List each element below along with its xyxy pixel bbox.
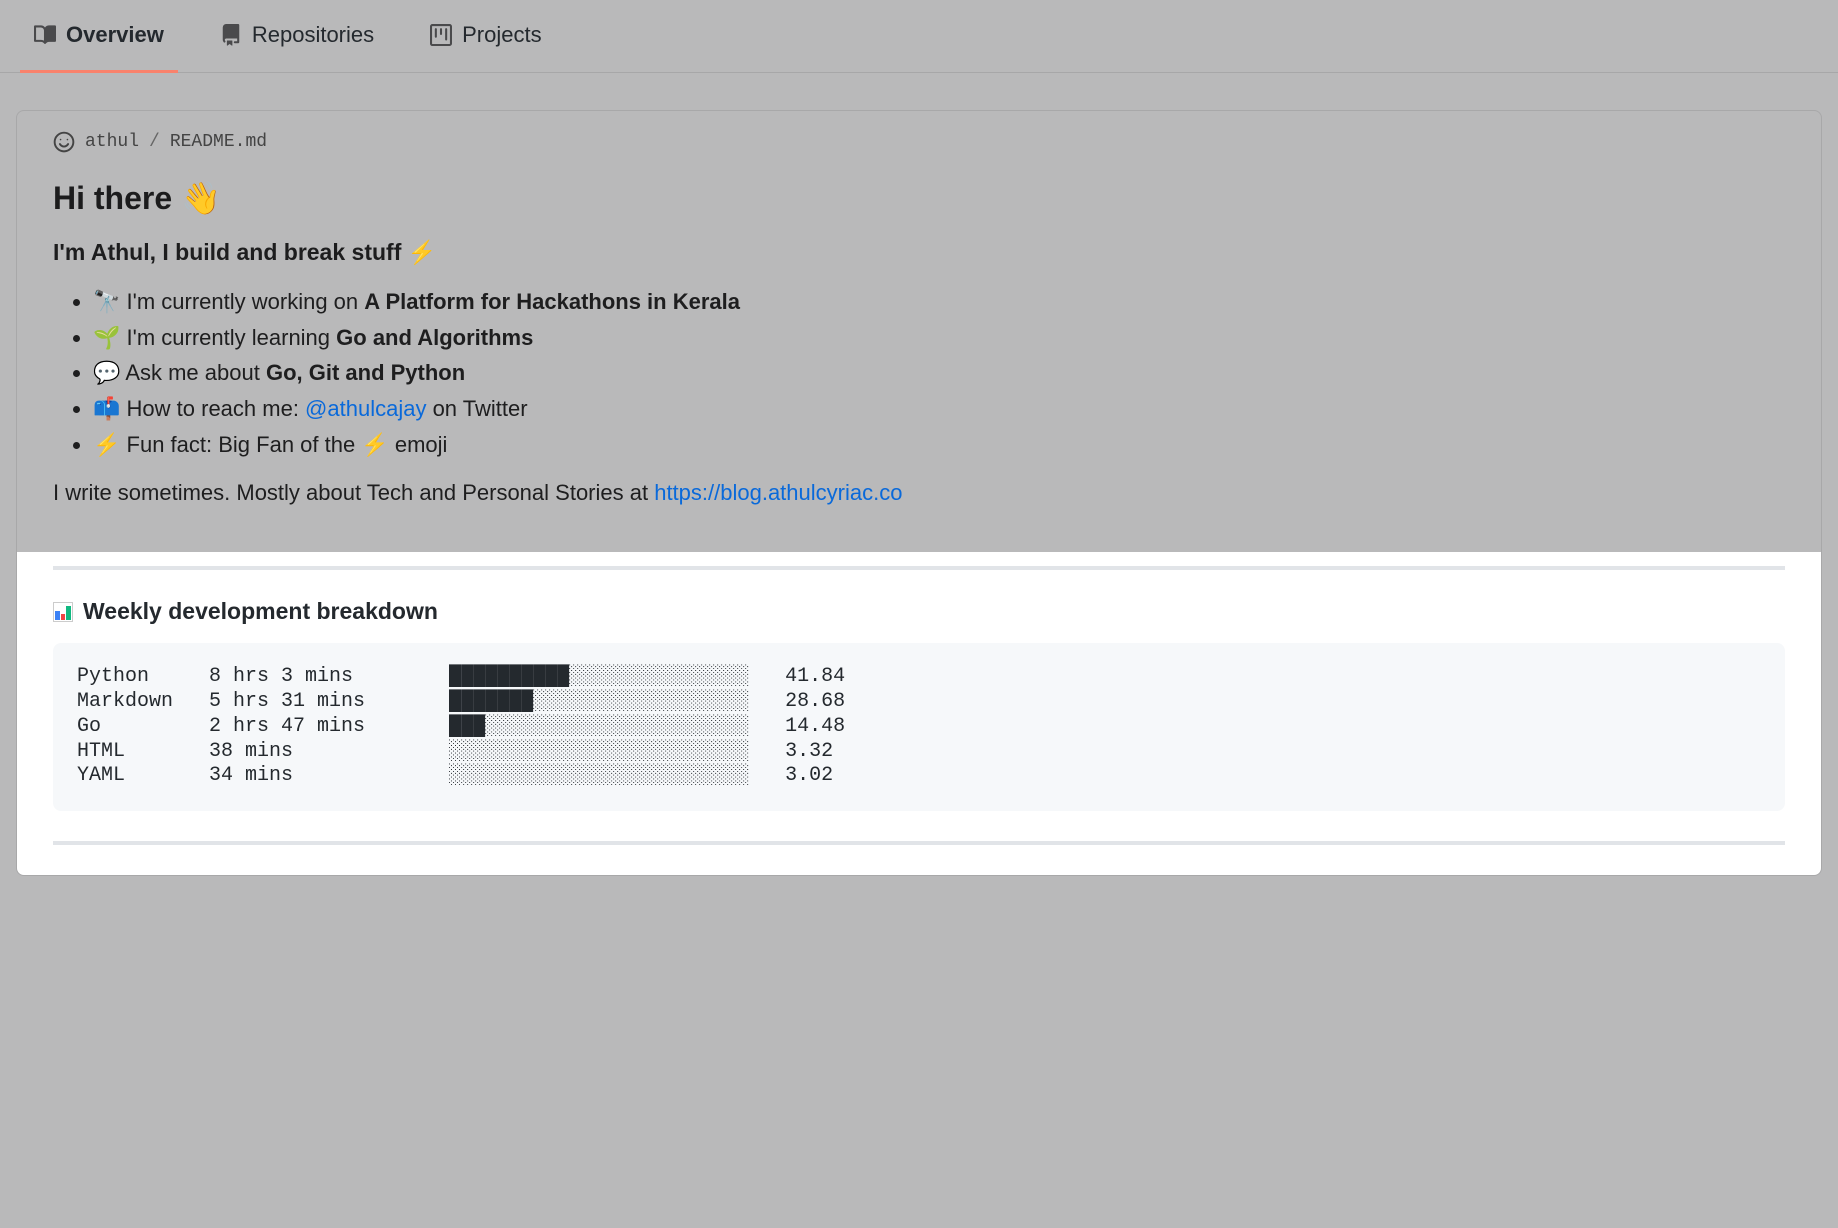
zap-icon: ⚡ — [93, 432, 120, 457]
profile-nav: Overview Repositories Projects — [0, 0, 1838, 73]
bullet-text: How to reach me: — [127, 396, 306, 421]
readme-bullets: 🔭 I'm currently working on A Platform fo… — [93, 284, 1785, 462]
repo-icon — [220, 24, 242, 46]
readme-path: athul / README.md — [17, 111, 1821, 153]
tab-overview-label: Overview — [66, 22, 164, 48]
bullet-text: Fun fact: Big Fan of the — [127, 432, 362, 457]
readme-container: athul / README.md Hi there 👋 I'm Athul, … — [16, 110, 1822, 876]
bullet-bold: Go, Git and Python — [266, 360, 465, 385]
bar-chart-icon — [53, 602, 73, 622]
book-icon — [34, 24, 56, 46]
divider — [53, 566, 1785, 570]
tab-repositories-label: Repositories — [252, 22, 374, 48]
readme-user: athul — [85, 132, 139, 152]
bullet-text: I'm currently learning — [127, 325, 337, 350]
bullet-text: I'm currently working on — [127, 289, 365, 314]
bullet-text: Ask me about — [125, 360, 266, 385]
bullet-bold: Go and Algorithms — [336, 325, 533, 350]
path-sep: / — [149, 132, 160, 152]
weekly-code-block: Python 8 hrs 3 mins ██████████░░░░░░░░░░… — [53, 643, 1785, 811]
list-item: ⚡ Fun fact: Big Fan of the ⚡ emoji — [93, 427, 1785, 463]
bullet-suffix: on Twitter — [426, 396, 527, 421]
weekly-title: Weekly development breakdown — [53, 598, 1785, 625]
weekly-section: Weekly development breakdown Python 8 hr… — [17, 552, 1821, 875]
intro-text: I'm Athul, I build and break stuff — [53, 239, 408, 265]
list-item: 🔭 I'm currently working on A Platform fo… — [93, 284, 1785, 320]
zap-icon: ⚡ — [408, 239, 437, 265]
speech-icon: 💬 — [93, 360, 120, 385]
tab-projects-label: Projects — [462, 22, 541, 48]
blog-line: I write sometimes. Mostly about Tech and… — [53, 480, 1785, 506]
bullet-suffix: emoji — [389, 432, 448, 457]
weekly-title-text: Weekly development breakdown — [83, 598, 438, 625]
tab-projects[interactable]: Projects — [416, 0, 555, 73]
readme-filename: README.md — [170, 132, 267, 152]
readme-body: Hi there 👋 I'm Athul, I build and break … — [17, 153, 1821, 534]
list-item: 📫 How to reach me: @athulcajay on Twitte… — [93, 391, 1785, 427]
blog-text: I write sometimes. Mostly about Tech and… — [53, 480, 654, 505]
tab-repositories[interactable]: Repositories — [206, 0, 388, 73]
seedling-icon: 🌱 — [93, 325, 120, 350]
mailbox-icon: 📫 — [93, 396, 120, 421]
smiley-icon — [53, 131, 75, 153]
telescope-icon: 🔭 — [93, 289, 120, 314]
twitter-link[interactable]: @athulcajay — [305, 396, 426, 421]
tab-overview[interactable]: Overview — [20, 0, 178, 73]
blog-link[interactable]: https://blog.athulcyriac.co — [654, 480, 902, 505]
project-icon — [430, 24, 452, 46]
list-item: 🌱 I'm currently learning Go and Algorith… — [93, 320, 1785, 356]
list-item: 💬 Ask me about Go, Git and Python — [93, 355, 1785, 391]
divider — [53, 841, 1785, 845]
zap-icon: ⚡ — [361, 432, 388, 457]
readme-heading: Hi there 👋 — [53, 179, 1785, 217]
readme-intro: I'm Athul, I build and break stuff ⚡ — [53, 239, 1785, 266]
bullet-bold: A Platform for Hackathons in Kerala — [364, 289, 740, 314]
